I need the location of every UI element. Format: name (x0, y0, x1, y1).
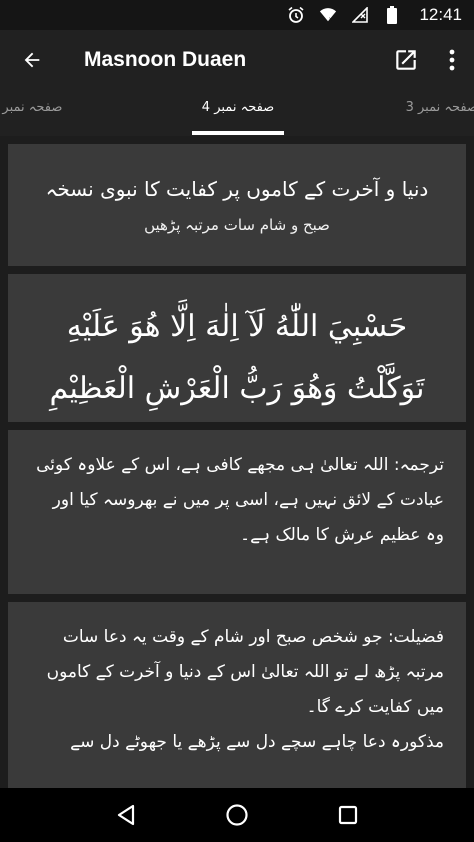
app-bar: Masnoon Duaen (0, 30, 474, 90)
overflow-menu-button[interactable] (430, 30, 474, 90)
nav-home-button[interactable] (217, 795, 257, 835)
system-nav-bar (0, 788, 474, 842)
open-external-button[interactable] (382, 30, 430, 90)
tab-page-4[interactable]: صفحہ نمبر 4 (192, 100, 284, 115)
arabic-card: حَسْبِيَ اللّٰهُ لَآ اِلٰهَ اِلَّا هُوَ … (8, 274, 466, 422)
translation-card: ترجمہ: اللہ تعالیٰ ہی مجھے کافی ہے، اس ک… (8, 430, 466, 594)
tab-indicator (192, 131, 284, 135)
page-title: Masnoon Duaen (84, 48, 247, 71)
nav-recents-icon (339, 805, 358, 825)
dua-translation: ترجمہ: اللہ تعالیٰ ہی مجھے کافی ہے، اس ک… (36, 455, 444, 545)
arrow-left-icon (24, 52, 40, 68)
nav-recents-button[interactable] (328, 795, 368, 835)
tab-page-5[interactable]: صفحہ نمبر 5 (0, 100, 62, 115)
dua-arabic-text: حَسْبِيَ اللّٰهُ لَآ اِلٰهَ اِلَّا هُوَ … (49, 309, 425, 406)
dua-note: مذکورہ دعا چاہے سچے دل سے پڑھے یا جھوٹے … (70, 732, 444, 752)
status-bar: x 12:41 (0, 0, 474, 30)
page-tabs: صفحہ نمبر 5 صفحہ نمبر 4 صفحہ نمبر 3 (0, 90, 474, 136)
svg-text:x: x (329, 16, 332, 22)
virtue-card: فضیلت: جو شخص صبح اور شام کے وقت یہ دعا … (8, 602, 466, 788)
nav-back-icon (117, 804, 134, 826)
wifi-icon: x (319, 6, 337, 24)
nav-back-button[interactable] (106, 795, 146, 835)
nav-home-icon (226, 804, 248, 826)
no-signal-icon (351, 6, 369, 24)
content-scroll[interactable]: دنیا و آخرت کے کاموں پر کفایت کا نبوی نس… (0, 136, 474, 788)
back-button[interactable] (0, 30, 64, 90)
dua-heading: دنیا و آخرت کے کاموں پر کفایت کا نبوی نس… (45, 177, 429, 201)
heading-card: دنیا و آخرت کے کاموں پر کفایت کا نبوی نس… (8, 144, 466, 266)
battery-icon (383, 6, 401, 24)
more-vert-icon (449, 49, 455, 71)
dua-virtue: فضیلت: جو شخص صبح اور شام کے وقت یہ دعا … (46, 627, 444, 717)
status-time: 12:41 (419, 5, 462, 24)
dua-instruction: صبح و شام سات مرتبہ پڑھیں (144, 216, 330, 234)
alarm-icon (287, 6, 305, 24)
open-in-new-icon (396, 50, 416, 70)
tab-page-3[interactable]: صفحہ نمبر 3 (406, 100, 474, 115)
